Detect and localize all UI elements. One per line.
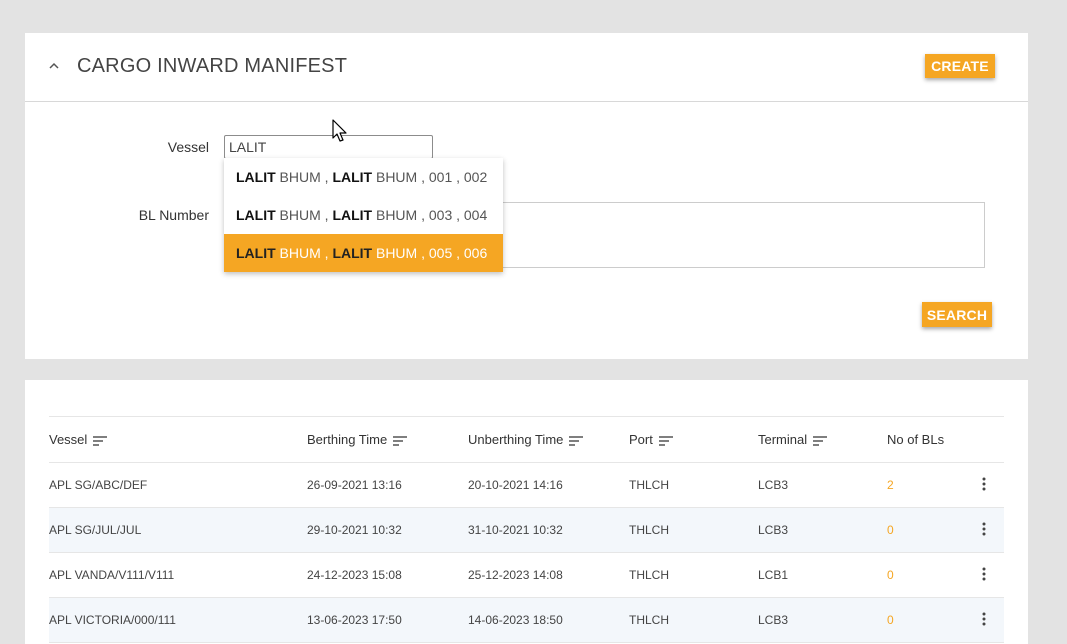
option-text: BHUM , 001 , 002: [372, 169, 488, 185]
vessel-autocomplete-list: LALIT BHUM , LALIT BHUM , 001 , 002 LALIT…: [224, 158, 503, 272]
create-button[interactable]: CREATE: [925, 54, 995, 78]
table-body: APL SG/ABC/DEF 26-09-2021 13:16 20-10-2021…: [49, 463, 1004, 643]
cell-port: THLCH: [629, 568, 670, 582]
header-label: Vessel: [49, 432, 88, 447]
cell-unberthing-time: 20-10-2021 14:16: [468, 478, 563, 492]
table-header-row: Vessel Berthing Time Unberthing Time Por…: [49, 416, 1004, 463]
header-berthing-time[interactable]: Berthing Time: [307, 417, 468, 463]
header-vessel[interactable]: Vessel: [49, 417, 307, 463]
cell-berthing-time: 13-06-2023 17:50: [307, 613, 402, 627]
search-button[interactable]: SEARCH: [922, 302, 992, 327]
sort-icon[interactable]: [393, 435, 408, 446]
row-actions: [964, 598, 1004, 643]
vessel-input[interactable]: [224, 135, 433, 159]
page-title: CARGO INWARD MANIFEST: [77, 55, 348, 77]
cell-unberthing-time: 14-06-2023 18:50: [468, 613, 563, 627]
cell-unberthing-time: 31-10-2021 10:32: [468, 523, 563, 537]
option-match-text: LALIT: [332, 207, 373, 223]
header-label: Port: [629, 432, 653, 447]
cell-berthing-time: 24-12-2023 15:08: [307, 568, 402, 582]
cell-port: THLCH: [629, 478, 670, 492]
table-row[interactable]: APL SG/JUL/JUL 29-10-2021 10:32 31-10-2021…: [49, 507, 1004, 553]
header-label: Unberthing Time: [468, 432, 564, 447]
option-text: BHUM ,: [275, 169, 333, 185]
option-match-text: LALIT: [236, 207, 276, 223]
cell-terminal: LCB3: [758, 478, 789, 492]
option-text: BHUM ,: [275, 207, 333, 223]
more-vertical-icon[interactable]: [982, 567, 986, 581]
row-actions: [964, 553, 1004, 598]
row-actions: [964, 463, 1004, 508]
card-header: CARGO INWARD MANIFEST CREATE: [25, 33, 1028, 102]
cell-unberthing-time: 25-12-2023 14:08: [468, 568, 563, 582]
option-text: BHUM , 005 , 006: [372, 245, 488, 261]
more-vertical-icon[interactable]: [982, 612, 986, 626]
header-label: Berthing Time: [307, 432, 388, 447]
cell-port: THLCH: [629, 613, 670, 627]
header-no-of-bls: No of BLs: [887, 432, 945, 447]
row-actions: [964, 508, 1004, 553]
header-port[interactable]: Port: [629, 417, 758, 463]
vessel-label: Vessel: [167, 139, 209, 155]
header-unberthing-time[interactable]: Unberthing Time: [468, 417, 629, 463]
cell-vessel: APL VICTORIA/000/111: [49, 613, 176, 627]
sort-icon[interactable]: [93, 435, 108, 446]
bl-number-label: BL Number: [138, 207, 209, 223]
header-actions: [964, 417, 1004, 463]
more-vertical-icon[interactable]: [982, 522, 986, 536]
cell-no-of-bls[interactable]: 0: [887, 508, 964, 553]
mouse-pointer-icon: [332, 119, 347, 142]
sort-icon[interactable]: [813, 435, 828, 446]
option-match-text: LALIT: [236, 245, 276, 261]
more-vertical-icon[interactable]: [982, 477, 986, 491]
cell-terminal: LCB1: [758, 568, 789, 582]
cell-berthing-time: 26-09-2021 13:16: [307, 478, 402, 492]
autocomplete-option[interactable]: LALIT BHUM , LALIT BHUM , 001 , 002: [224, 158, 503, 196]
cell-terminal: LCB3: [758, 523, 789, 537]
cell-no-of-bls[interactable]: 2: [887, 463, 964, 508]
header-label: Terminal: [758, 432, 808, 447]
header-terminal[interactable]: Terminal: [758, 417, 887, 463]
results-card: Vessel Berthing Time Unberthing Time Por…: [25, 380, 1028, 644]
autocomplete-option[interactable]: LALIT BHUM , LALIT BHUM , 005 , 006: [224, 234, 503, 272]
autocomplete-option[interactable]: LALIT BHUM , LALIT BHUM , 003 , 004: [224, 196, 503, 234]
option-text: BHUM , 003 , 004: [372, 207, 488, 223]
cell-no-of-bls[interactable]: 0: [887, 598, 964, 643]
search-card: CARGO INWARD MANIFEST CREATE Vessel LALI…: [25, 33, 1028, 359]
option-match-text: LALIT: [332, 169, 373, 185]
sort-icon[interactable]: [569, 435, 584, 446]
cell-vessel: APL SG/ABC/DEF: [49, 478, 148, 492]
option-match-text: LALIT: [236, 169, 276, 185]
table-row[interactable]: APL VICTORIA/000/111 13-06-2023 17:50 14-0…: [49, 597, 1004, 643]
cell-vessel: APL VANDA/V111/V111: [49, 568, 175, 582]
cell-berthing-time: 29-10-2021 10:32: [307, 523, 402, 537]
cell-vessel: APL SG/JUL/JUL: [49, 523, 142, 537]
manifest-table: Vessel Berthing Time Unberthing Time Por…: [49, 416, 1004, 643]
table-row[interactable]: APL VANDA/V111/V111 24-12-2023 15:08 25-12…: [49, 553, 1004, 598]
cell-port: THLCH: [629, 523, 670, 537]
cell-terminal: LCB3: [758, 613, 789, 627]
option-text: BHUM ,: [275, 245, 333, 261]
cell-no-of-bls[interactable]: 0: [887, 553, 964, 598]
table-row[interactable]: APL SG/ABC/DEF 26-09-2021 13:16 20-10-2021…: [49, 463, 1004, 508]
chevron-up-icon[interactable]: [48, 60, 60, 72]
sort-icon[interactable]: [658, 435, 673, 446]
option-match-text: LALIT: [332, 245, 373, 261]
